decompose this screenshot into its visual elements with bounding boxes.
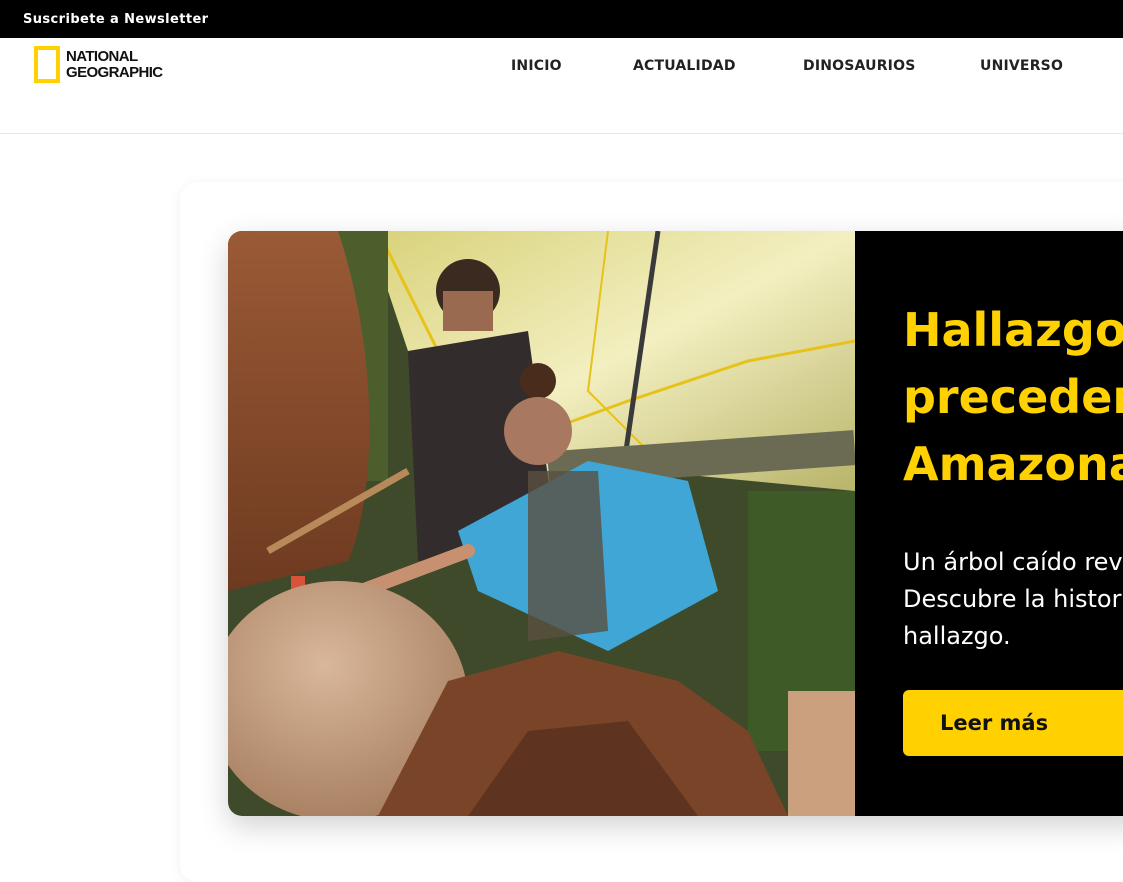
hero-description: Un árbol caído rev Descubre la histor ha… xyxy=(903,548,1123,650)
top-bar: Suscribete a Newsletter xyxy=(0,0,1123,38)
hero-text-panel: Hallazgo precedent Amazona Un árbol caíd… xyxy=(855,231,1123,816)
newsletter-link[interactable]: Suscribete a Newsletter xyxy=(23,12,208,27)
site-header xyxy=(0,38,1123,134)
hero-banner: Hallazgo precedent Amazona Un árbol caíd… xyxy=(228,231,1123,816)
hero-title[interactable]: Hallazgo precedent Amazona xyxy=(903,297,1123,498)
logo-wordmark: NATIONAL GEOGRAPHIC xyxy=(66,47,163,81)
read-more-button[interactable]: Leer más xyxy=(903,690,1123,756)
nav-item-inicio[interactable]: INICIO xyxy=(511,58,562,74)
nav-item-dinosaurios[interactable]: DINOSAURIOS xyxy=(803,58,915,74)
national-geographic-logo[interactable]: NATIONAL GEOGRAPHIC xyxy=(34,46,163,83)
yellow-frame-icon xyxy=(34,46,60,83)
hero-photo[interactable] xyxy=(228,231,855,816)
nav-item-actualidad[interactable]: ACTUALIDAD xyxy=(633,58,736,74)
nav-item-universo[interactable]: UNIVERSO xyxy=(980,58,1063,74)
